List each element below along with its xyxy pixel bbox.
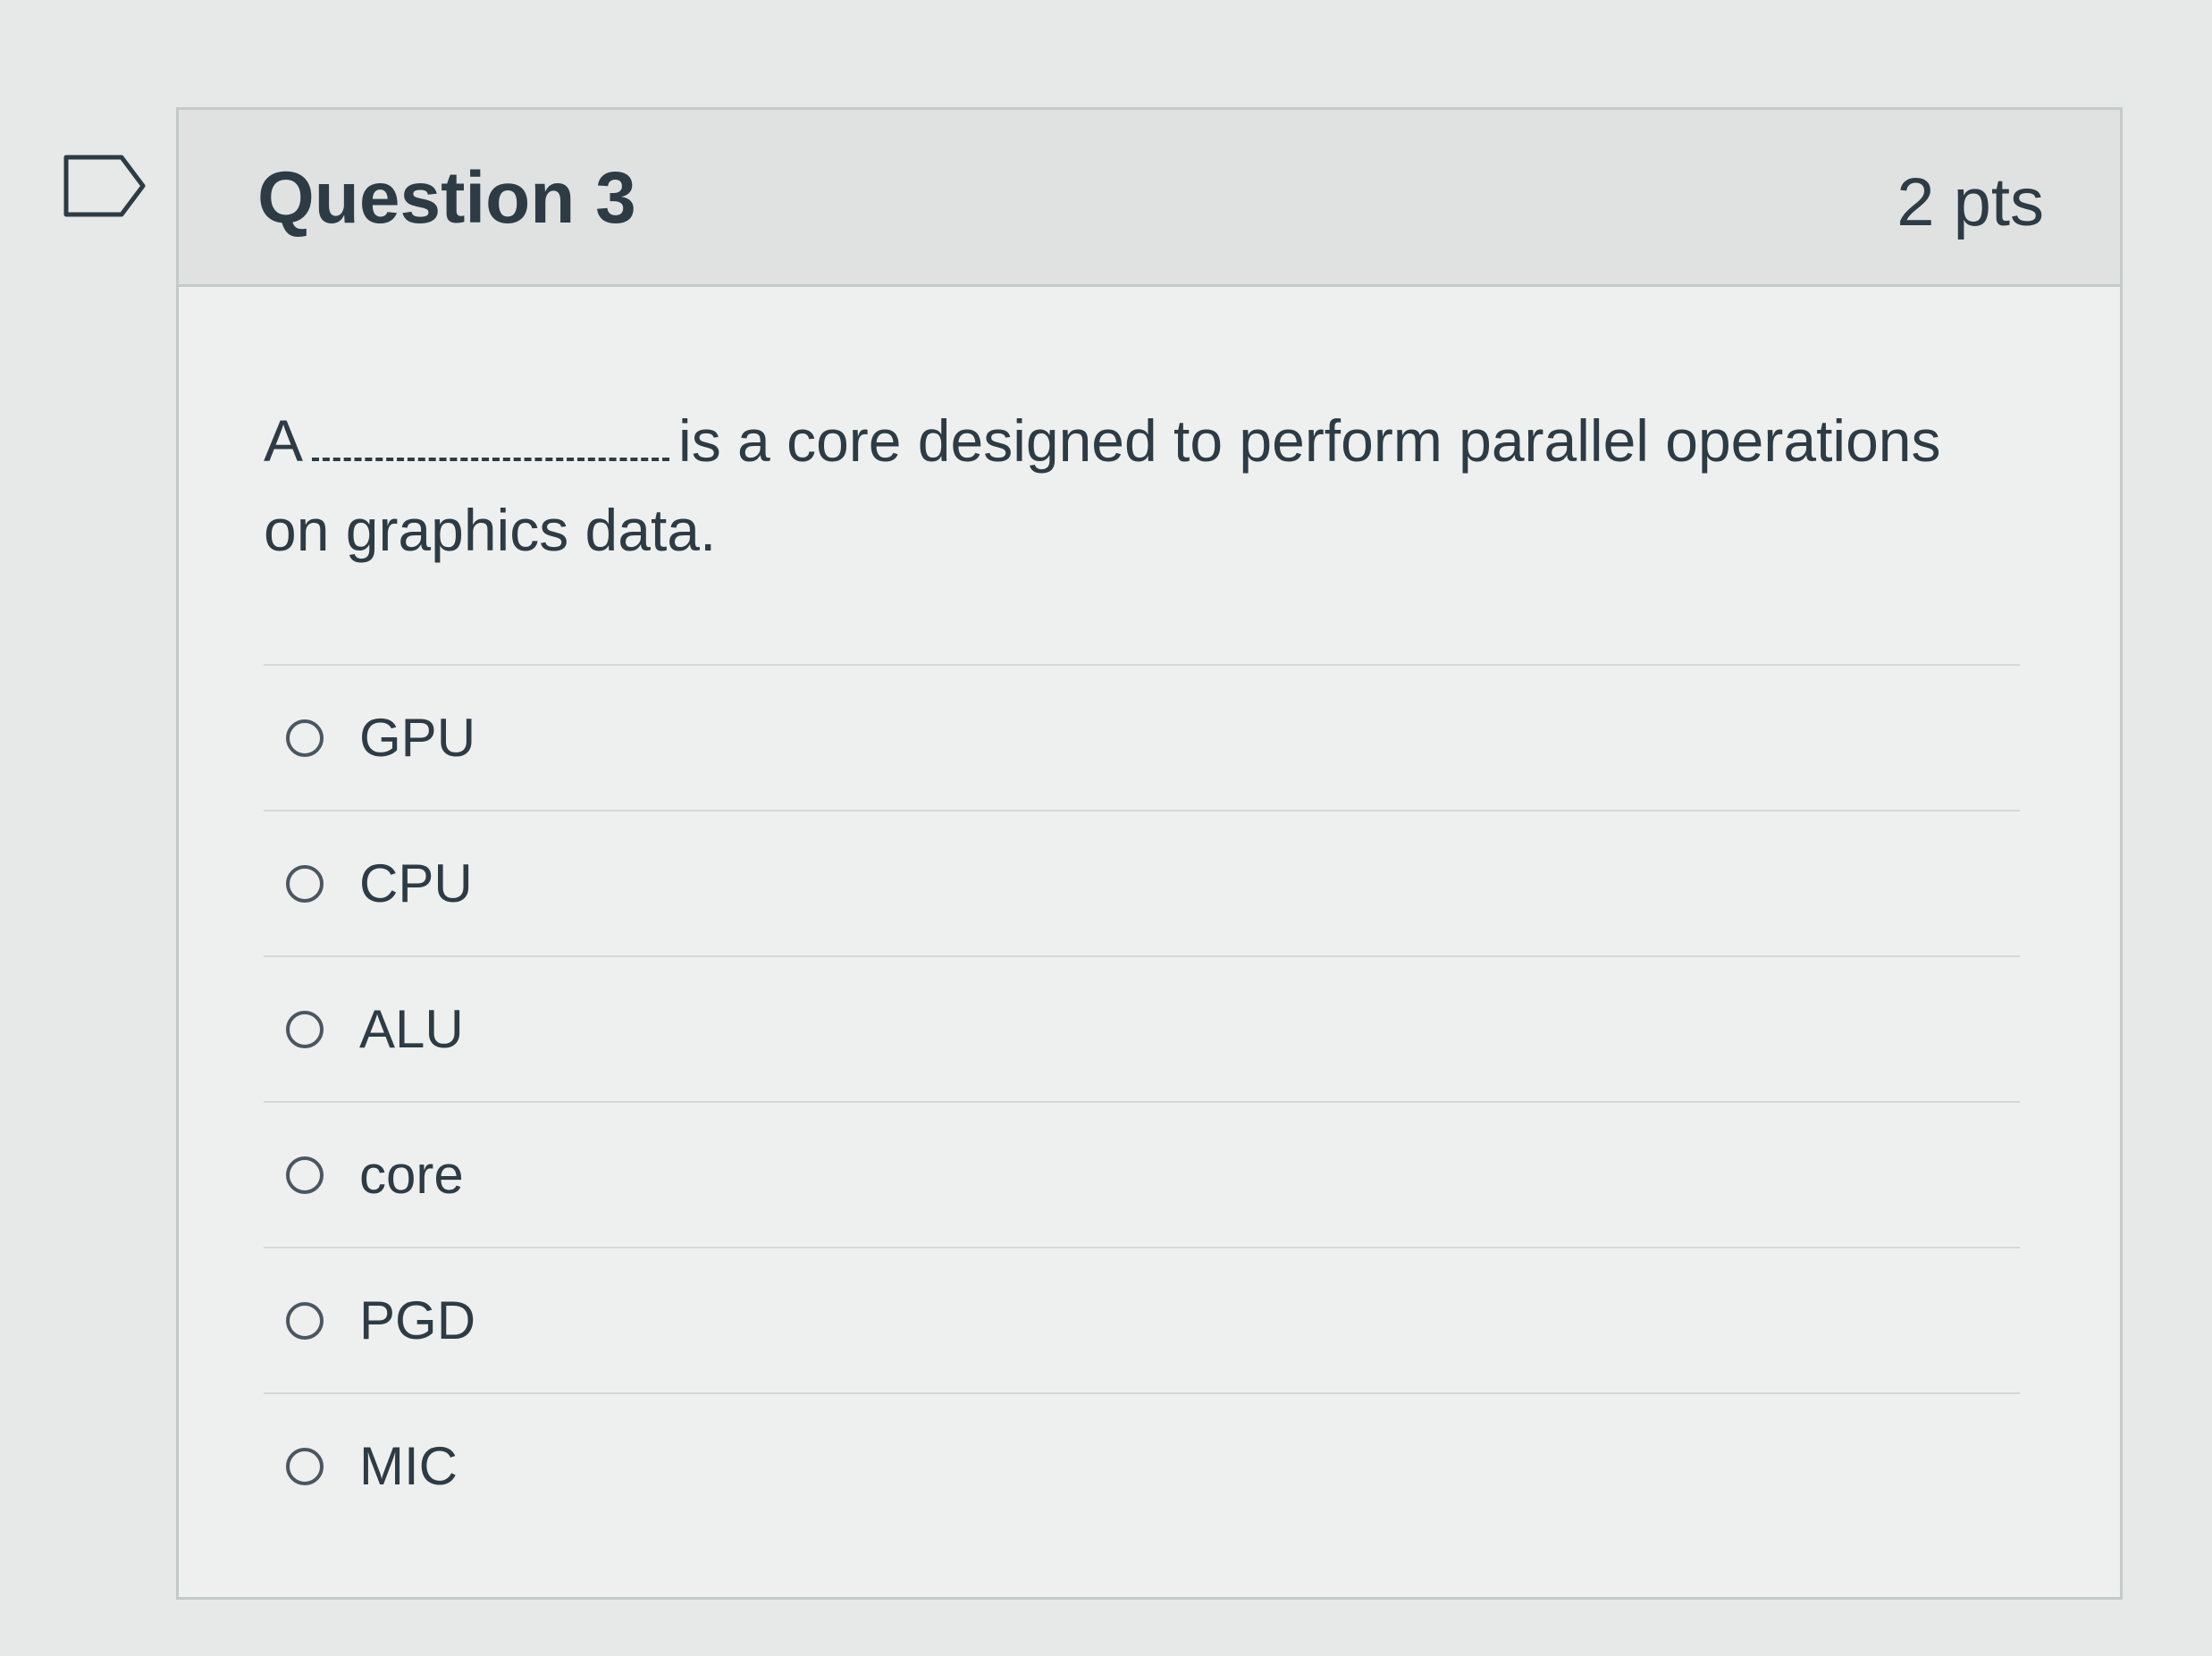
question-card: Question 3 2 pts Ais a core designed to … [176, 107, 2123, 1600]
answer-label[interactable]: CPU [359, 853, 473, 914]
answer-label[interactable]: ALU [359, 998, 464, 1060]
radio-unselected-icon[interactable] [286, 1447, 324, 1485]
question-text-before: A [264, 408, 304, 474]
answer-label[interactable]: GPU [359, 707, 475, 769]
question-points: 2 pts [1897, 164, 2044, 240]
question-header: Question 3 2 pts [179, 110, 2120, 287]
radio-unselected-icon[interactable] [286, 719, 324, 757]
question-title: Question 3 [257, 157, 636, 239]
answer-option[interactable]: CPU [264, 810, 2020, 955]
answer-list: GPU CPU ALU core PGD MIC [264, 664, 2020, 1538]
answer-option[interactable]: ALU [264, 955, 2020, 1101]
answer-option[interactable]: GPU [264, 664, 2020, 810]
radio-unselected-icon[interactable] [286, 1010, 324, 1048]
answer-label[interactable]: PGD [359, 1290, 475, 1351]
flag-question-icon[interactable] [63, 154, 148, 218]
radio-unselected-icon[interactable] [286, 864, 324, 903]
fill-in-blank [312, 415, 670, 461]
question-text: Ais a core designed to perform parallel … [264, 396, 2015, 575]
answer-option[interactable]: MIC [264, 1392, 2020, 1538]
radio-unselected-icon[interactable] [286, 1301, 324, 1340]
answer-label[interactable]: core [359, 1144, 464, 1206]
answer-option[interactable]: PGD [264, 1247, 2020, 1392]
radio-unselected-icon[interactable] [286, 1156, 324, 1194]
answer-label[interactable]: MIC [359, 1435, 458, 1497]
answer-option[interactable]: core [264, 1101, 2020, 1247]
